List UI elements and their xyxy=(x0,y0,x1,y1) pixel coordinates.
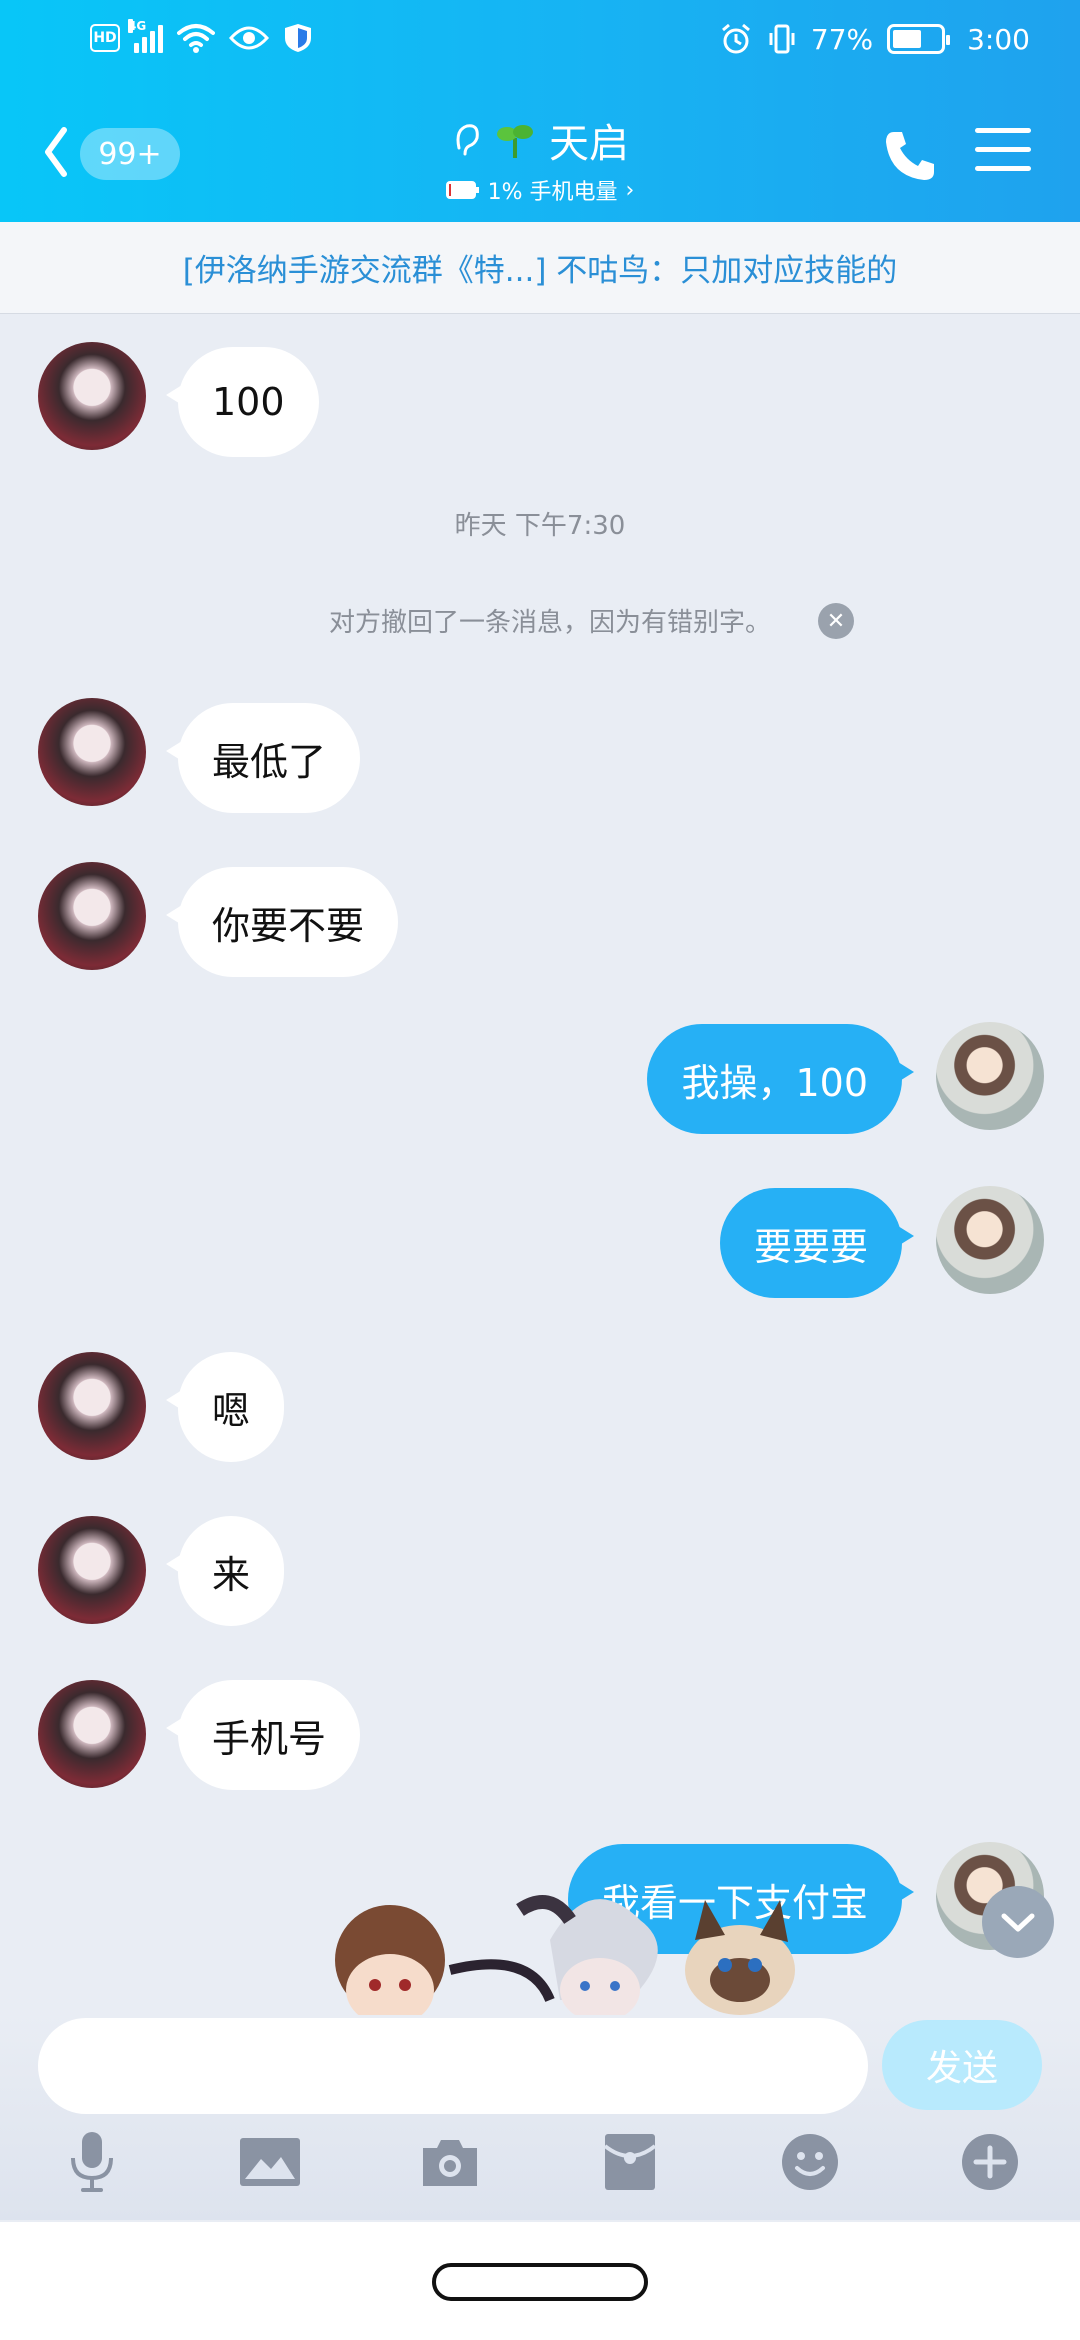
avatar[interactable] xyxy=(38,1352,146,1460)
group-notice-banner[interactable]: [伊洛纳手游交流群《特...] 不咕鸟：只加对应技能的 xyxy=(0,222,1080,314)
back-arrow-icon[interactable] xyxy=(40,122,70,182)
wifi-icon xyxy=(177,24,215,53)
status-bar: HD 4G 77% 3:00 xyxy=(0,0,1080,88)
network-type: 4G xyxy=(128,19,147,33)
message-bubble[interactable]: 手机号 xyxy=(165,1680,361,1790)
chat-title: 天启 xyxy=(549,121,629,167)
message-bubble[interactable]: 嗯 xyxy=(165,1352,285,1462)
avatar[interactable] xyxy=(38,342,146,450)
sprout-icon xyxy=(497,125,533,158)
close-icon[interactable]: ✕ xyxy=(818,603,854,639)
home-indicator[interactable] xyxy=(432,2263,648,2301)
unread-badge[interactable]: 99+ xyxy=(80,128,180,180)
vibrate-icon xyxy=(769,24,795,54)
message-input[interactable] xyxy=(38,2018,868,2114)
message-bubble[interactable]: 你要不要 xyxy=(165,867,399,977)
chat-subtitle: 1% 手机电量 xyxy=(487,180,618,205)
image-icon[interactable] xyxy=(238,2130,302,2194)
avatar[interactable] xyxy=(38,862,146,970)
message-bubble[interactable]: 来 xyxy=(165,1516,285,1626)
alarm-icon xyxy=(721,23,750,54)
menu-icon[interactable] xyxy=(975,128,1031,178)
chevron-right-icon: › xyxy=(625,177,635,203)
send-button[interactable]: 发送 xyxy=(882,2020,1042,2110)
avatar[interactable] xyxy=(38,698,146,806)
plus-icon[interactable] xyxy=(958,2130,1022,2194)
timestamp: 昨天 下午7:30 xyxy=(454,511,626,541)
phone-call-icon[interactable] xyxy=(880,126,940,186)
chat-screen: HD 4G 77% 3:00 99+ 天启 1% 手机电量 › [伊洛纳手游交流… xyxy=(0,0,1080,2340)
hd-icon: HD xyxy=(90,24,120,52)
character-sticker xyxy=(335,1895,795,2020)
message-bubble[interactable]: 要要要 xyxy=(719,1188,915,1298)
chevron-down-icon xyxy=(1001,1913,1035,1932)
avatar[interactable] xyxy=(38,1516,146,1624)
clock: 3:00 xyxy=(967,22,1030,56)
emoji-icon[interactable] xyxy=(778,2130,842,2194)
message-bubble[interactable]: 我操，100 xyxy=(647,1024,914,1134)
shield-icon xyxy=(285,24,311,52)
message-bubble[interactable]: 最低了 xyxy=(165,703,361,813)
red-packet-icon[interactable] xyxy=(598,2130,662,2194)
recall-notice: 对方撤回了一条消息，因为有错别字。 xyxy=(328,608,771,638)
message-bubble[interactable]: 100 xyxy=(166,347,319,457)
microphone-icon[interactable] xyxy=(60,2130,124,2194)
camera-icon[interactable] xyxy=(418,2130,482,2194)
cell-signal-icon: 4G xyxy=(128,19,163,53)
avatar[interactable] xyxy=(38,1680,146,1788)
chat-title-area[interactable]: 天启 1% 手机电量 › xyxy=(370,110,710,220)
eye-icon xyxy=(229,26,269,50)
chat-nav-bar: 99+ 天启 1% 手机电量 › xyxy=(0,88,1080,222)
low-battery-icon xyxy=(445,181,479,199)
scroll-down-button[interactable] xyxy=(982,1886,1054,1958)
battery-percent: 77% xyxy=(810,22,874,56)
ear-icon xyxy=(456,124,479,156)
avatar[interactable] xyxy=(936,1186,1044,1294)
avatar[interactable] xyxy=(936,1022,1044,1130)
battery-icon xyxy=(887,24,951,54)
